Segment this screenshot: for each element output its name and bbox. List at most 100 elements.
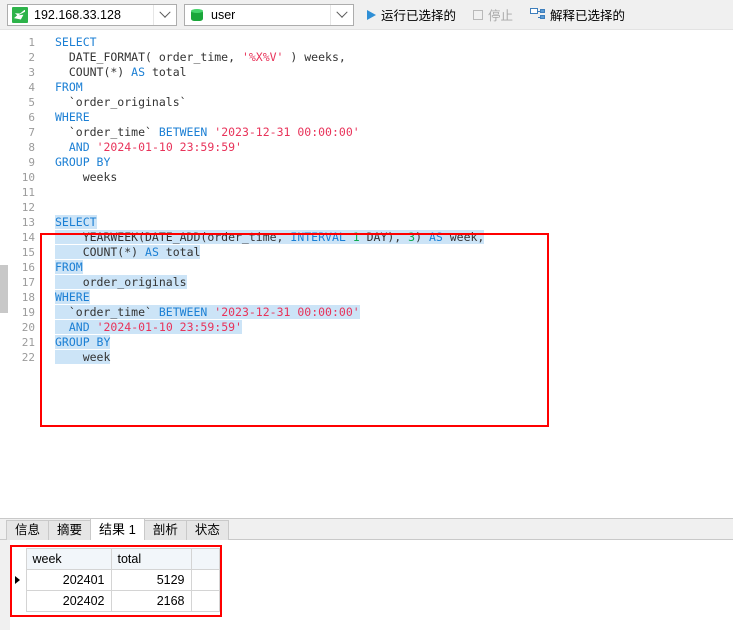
code-line[interactable]: 10 weeks bbox=[8, 170, 733, 185]
code-text[interactable]: WHERE bbox=[55, 290, 90, 305]
tab-0[interactable]: 信息 bbox=[6, 520, 50, 540]
code-line[interactable]: 15 COUNT(*) AS total bbox=[8, 245, 733, 260]
result-grid[interactable]: week total 202401 5129 202402 2168 bbox=[12, 548, 220, 612]
chevron-down-icon[interactable] bbox=[153, 4, 176, 25]
code-text[interactable]: WHERE bbox=[55, 110, 90, 125]
code-line[interactable]: 2 DATE_FORMAT( order_time, '%X%V' ) week… bbox=[8, 50, 733, 65]
code-text[interactable]: DATE_FORMAT( order_time, '%X%V' ) weeks, bbox=[55, 50, 346, 65]
code-text[interactable]: order_originals bbox=[55, 275, 187, 290]
line-number: 10 bbox=[21, 171, 35, 184]
stop-label: 停止 bbox=[488, 9, 514, 23]
code-line[interactable]: 9 GROUP BY bbox=[8, 155, 733, 170]
code-text[interactable]: GROUP BY bbox=[55, 155, 110, 170]
database-selector[interactable]: user bbox=[184, 3, 354, 26]
mysql-dolphin-icon bbox=[12, 6, 28, 23]
tab-4[interactable]: 状态 bbox=[185, 520, 229, 540]
table-cell[interactable]: 2168 bbox=[110, 590, 192, 612]
code-line[interactable]: 7 `order_time` BETWEEN '2023-12-31 00:00… bbox=[8, 125, 733, 140]
line-number: 21 bbox=[21, 336, 35, 349]
code-line[interactable]: 8 AND '2024-01-10 23:59:59' bbox=[8, 140, 733, 155]
sql-editor[interactable]: 1 SELECT 2 DATE_FORMAT( order_time, '%X%V'… bbox=[0, 31, 733, 518]
panel-splitter-handle[interactable] bbox=[0, 265, 8, 313]
code-text[interactable]: GROUP BY bbox=[55, 335, 111, 350]
line-number: 22 bbox=[21, 351, 35, 364]
explain-selected-button[interactable]: 解释已选择的 bbox=[524, 3, 631, 27]
code-text[interactable]: `order_time` BETWEEN '2023-12-31 00:00:0… bbox=[55, 125, 360, 140]
line-number: 3 bbox=[28, 66, 35, 79]
stop-icon bbox=[473, 9, 484, 20]
column-header[interactable]: week bbox=[25, 548, 112, 570]
connection-label: 192.168.33.128 bbox=[34, 7, 121, 22]
code-line[interactable]: 22 week bbox=[8, 350, 733, 365]
code-text[interactable]: weeks bbox=[55, 170, 118, 185]
code-text[interactable]: `order_time` BETWEEN '2023-12-31 00:00:0… bbox=[55, 305, 360, 320]
code-line[interactable]: 11 bbox=[8, 185, 733, 200]
code-text[interactable]: FROM bbox=[55, 80, 83, 95]
code-line[interactable]: 3 COUNT(*) AS total bbox=[8, 65, 733, 80]
database-cylinder-icon bbox=[189, 7, 205, 23]
tab-1[interactable]: 摘要 bbox=[48, 520, 92, 540]
sql-code-area[interactable]: 1 SELECT 2 DATE_FORMAT( order_time, '%X%V'… bbox=[8, 35, 733, 518]
toolbar: 192.168.33.128 user 运行已选择的 停止 解释已选择的 bbox=[0, 0, 733, 30]
code-line[interactable]: 16 FROM bbox=[8, 260, 733, 275]
stop-button: 停止 bbox=[467, 3, 519, 27]
code-line[interactable]: 18 WHERE bbox=[8, 290, 733, 305]
line-number: 16 bbox=[21, 261, 35, 274]
table-row[interactable]: 202402 2168 bbox=[12, 590, 220, 612]
code-line[interactable]: 17 order_originals bbox=[8, 275, 733, 290]
code-line[interactable]: 20 AND '2024-01-10 23:59:59' bbox=[8, 320, 733, 335]
line-number: 13 bbox=[21, 216, 35, 229]
code-text[interactable]: `order_originals` bbox=[55, 95, 187, 110]
run-selected-button[interactable]: 运行已选择的 bbox=[359, 3, 462, 27]
code-text[interactable]: AND '2024-01-10 23:59:59' bbox=[55, 320, 242, 335]
column-header[interactable]: total bbox=[110, 548, 192, 570]
line-number: 15 bbox=[21, 246, 35, 259]
table-cell[interactable]: 202401 bbox=[25, 569, 112, 591]
code-text[interactable]: COUNT(*) AS total bbox=[55, 245, 201, 260]
code-text[interactable]: FROM bbox=[55, 260, 83, 275]
code-line[interactable]: 12 bbox=[8, 200, 733, 215]
line-number: 14 bbox=[21, 231, 35, 244]
code-text[interactable]: YEARWEEK(DATE_ADD(order_time, INTERVAL 1… bbox=[55, 230, 485, 245]
code-text[interactable]: SELECT bbox=[55, 35, 97, 50]
tab-3[interactable]: 剖析 bbox=[143, 520, 187, 540]
code-line[interactable]: 19 `order_time` BETWEEN '2023-12-31 00:0… bbox=[8, 305, 733, 320]
line-number: 12 bbox=[21, 201, 35, 214]
line-number: 9 bbox=[28, 156, 35, 169]
explain-selected-label: 解释已选择的 bbox=[550, 9, 626, 23]
code-text[interactable]: week bbox=[55, 350, 111, 365]
line-number: 2 bbox=[28, 51, 35, 64]
chevron-down-icon[interactable] bbox=[330, 4, 353, 25]
code-line[interactable]: 21 GROUP BY bbox=[8, 335, 733, 350]
code-line[interactable]: 13 SELECT bbox=[8, 215, 733, 230]
line-number: 8 bbox=[28, 141, 35, 154]
database-label: user bbox=[211, 7, 236, 22]
code-text[interactable]: AND '2024-01-10 23:59:59' bbox=[55, 140, 242, 155]
line-number: 4 bbox=[28, 81, 35, 94]
explain-plan-icon bbox=[530, 8, 546, 21]
result-grid-area[interactable]: week total 202401 5129 202402 2168 bbox=[0, 540, 733, 630]
tab-2[interactable]: 结果 1 bbox=[90, 518, 145, 541]
line-number: 1 bbox=[28, 36, 35, 49]
table-row[interactable]: 202401 5129 bbox=[12, 569, 220, 591]
code-line[interactable]: 5 `order_originals` bbox=[8, 95, 733, 110]
code-line[interactable]: 1 SELECT bbox=[8, 35, 733, 50]
code-line[interactable]: 4 FROM bbox=[8, 80, 733, 95]
code-text[interactable]: SELECT bbox=[55, 215, 97, 230]
line-number: 11 bbox=[21, 186, 35, 199]
code-line[interactable]: 6 WHERE bbox=[8, 110, 733, 125]
grid-left-stub bbox=[0, 540, 10, 630]
play-icon bbox=[367, 9, 376, 20]
table-header-row: week total bbox=[12, 548, 220, 570]
connection-selector[interactable]: 192.168.33.128 bbox=[7, 3, 177, 26]
code-line[interactable]: 14 YEARWEEK(DATE_ADD(order_time, INTERVA… bbox=[8, 230, 733, 245]
table-cell[interactable]: 5129 bbox=[110, 569, 192, 591]
row-selector-current[interactable] bbox=[12, 569, 26, 591]
line-number: 20 bbox=[21, 321, 35, 334]
column-header-filler bbox=[190, 548, 220, 570]
row-selector[interactable] bbox=[12, 590, 26, 612]
table-cell[interactable]: 202402 bbox=[25, 590, 112, 612]
line-number: 7 bbox=[28, 126, 35, 139]
line-number: 17 bbox=[21, 276, 35, 289]
code-text[interactable]: COUNT(*) AS total bbox=[55, 65, 187, 80]
